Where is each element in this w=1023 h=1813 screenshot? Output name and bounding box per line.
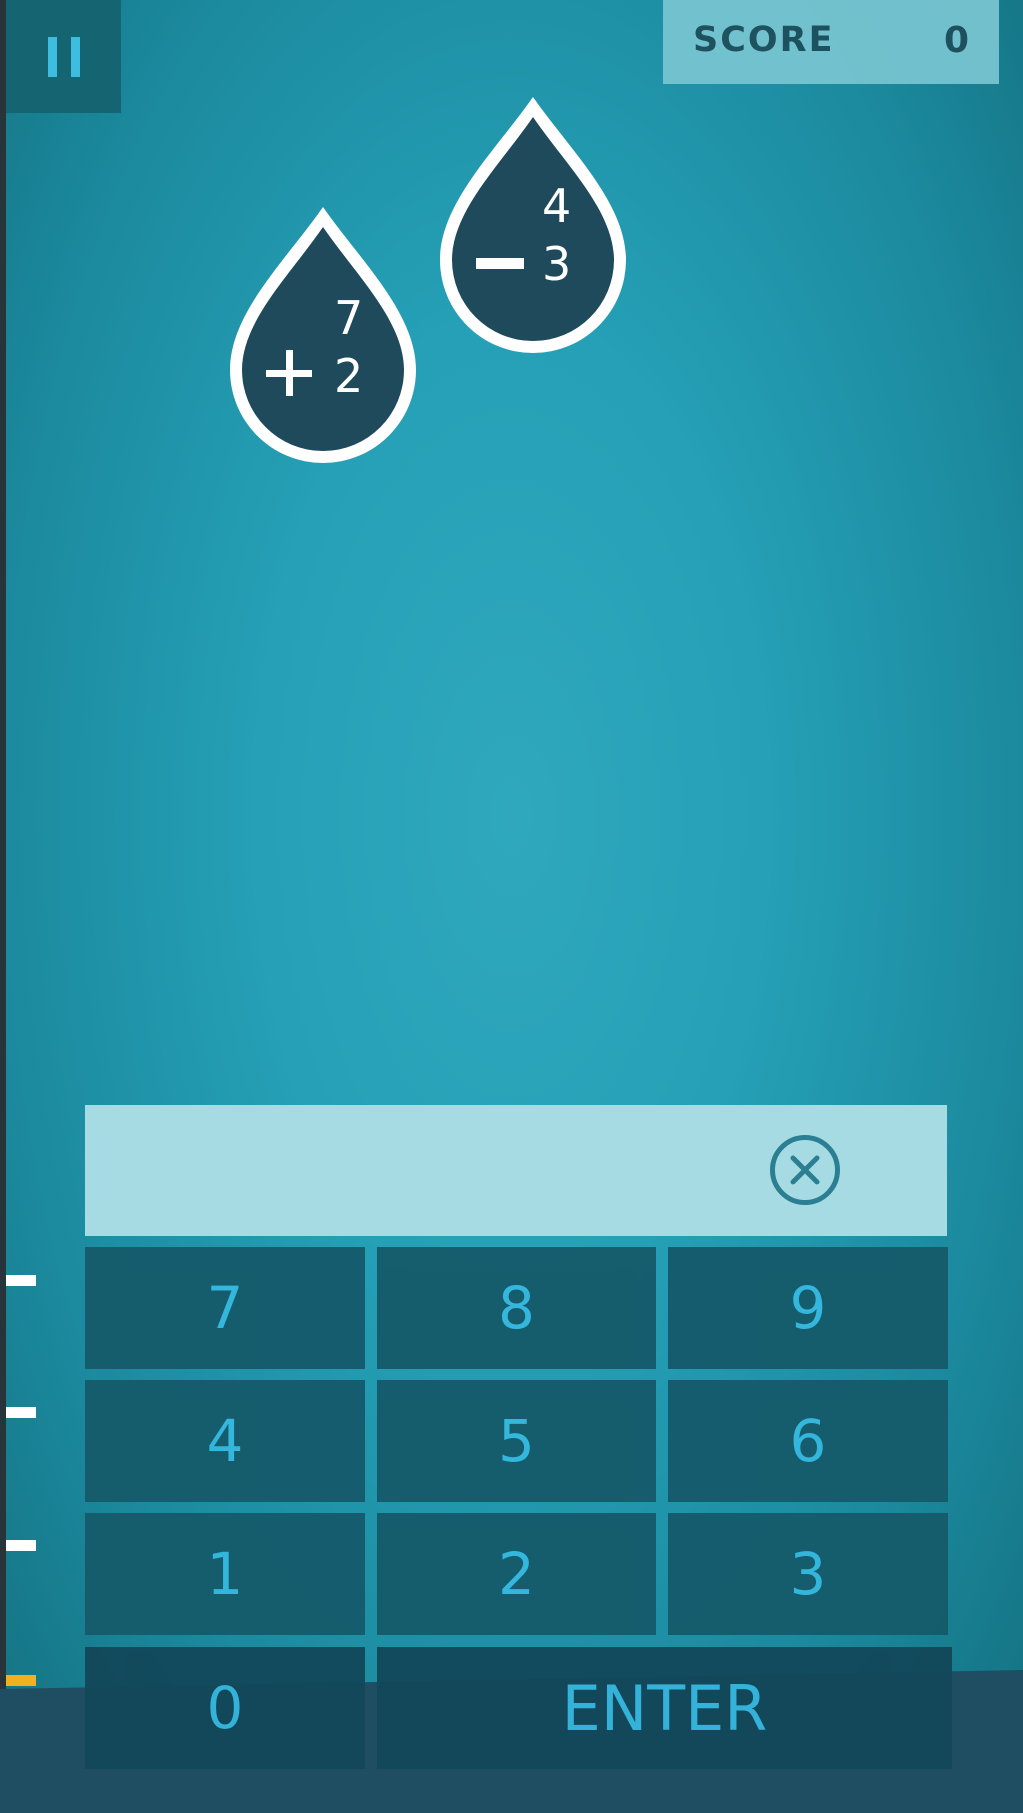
score-label: SCORE: [693, 20, 835, 60]
key-5[interactable]: 5: [377, 1380, 656, 1502]
raindrop-icon: [230, 207, 416, 463]
key-6[interactable]: 6: [668, 1380, 948, 1502]
clear-button[interactable]: [770, 1135, 840, 1205]
drop-top-number: 7: [334, 291, 364, 345]
pause-button[interactable]: [6, 0, 121, 113]
level-marker: [6, 1275, 36, 1286]
clear-x-icon: [790, 1155, 820, 1185]
score-value: 0: [943, 20, 969, 61]
raindrop-problem: 7 2: [226, 205, 420, 463]
key-2[interactable]: 2: [377, 1513, 656, 1635]
key-9[interactable]: 9: [668, 1247, 948, 1369]
minus-icon: [476, 258, 524, 269]
plus-icon-vertical: [286, 350, 293, 396]
pause-icon-bar: [70, 36, 80, 77]
raindrop-problem: 4 3: [436, 95, 630, 353]
level-marker: [6, 1540, 36, 1551]
key-1[interactable]: 1: [85, 1513, 365, 1635]
key-3[interactable]: 3: [668, 1513, 948, 1635]
enter-button[interactable]: ENTER: [377, 1647, 952, 1769]
key-7[interactable]: 7: [85, 1247, 365, 1369]
key-8[interactable]: 8: [377, 1247, 656, 1369]
drop-bottom-number: 2: [334, 349, 364, 403]
key-4[interactable]: 4: [85, 1380, 365, 1502]
key-0[interactable]: 0: [85, 1647, 365, 1769]
score-panel: SCORE 0: [663, 0, 999, 84]
level-marker: [6, 1407, 36, 1418]
level-marker-current: [6, 1675, 36, 1686]
drop-bottom-number: 3: [542, 237, 572, 291]
drop-top-number: 4: [542, 179, 572, 233]
raindrop-icon: [440, 97, 626, 353]
pause-icon: [47, 36, 57, 77]
